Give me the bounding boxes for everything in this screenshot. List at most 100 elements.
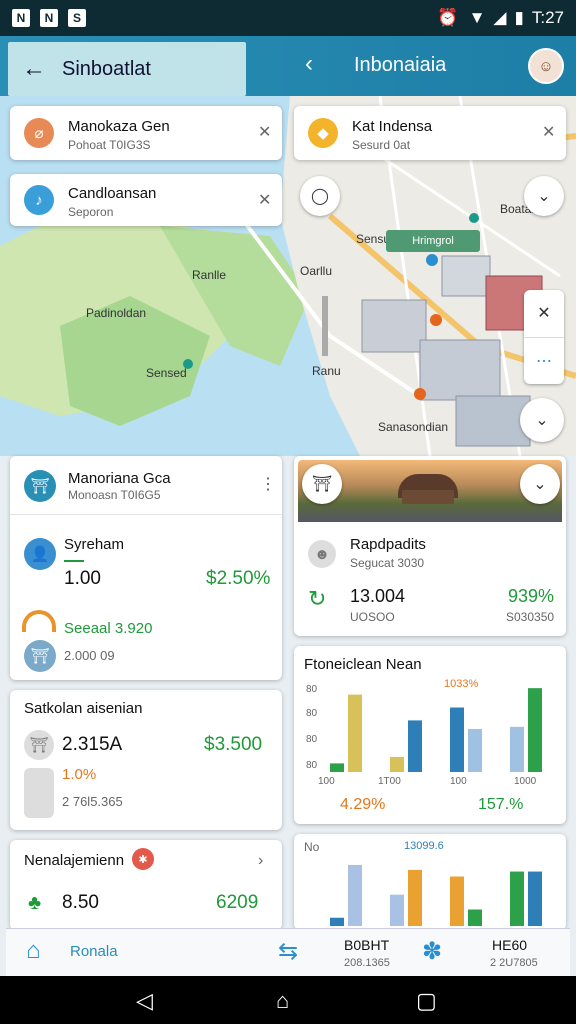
- more-icon[interactable]: ⋮: [260, 474, 276, 494]
- compass-button[interactable]: ⌄: [524, 176, 564, 216]
- search-result-card[interactable]: ⌀ Manokaza Gen Pohoat T0IG3S ✕: [10, 106, 282, 160]
- lock-icon: ◆: [308, 118, 338, 148]
- status-bar: N N S ⏰ ▼ ◢ ▮ T:27: [0, 0, 576, 36]
- left-header: ← Sinboatlat: [8, 42, 246, 96]
- map-banner[interactable]: Hrimgrol: [386, 230, 480, 252]
- stat-amount: 6209: [216, 892, 259, 913]
- chart-bar: [510, 726, 524, 772]
- wifi-icon: ▼: [468, 8, 486, 27]
- home-icon[interactable]: ⌂: [26, 937, 41, 965]
- chart-bar: [468, 729, 482, 772]
- chart-bar: [408, 869, 422, 926]
- notification-icon: N: [12, 9, 30, 27]
- notification-icon: N: [40, 9, 58, 27]
- back-chevron-icon[interactable]: ‹: [305, 50, 313, 78]
- map-label: Sanasondian: [378, 420, 449, 434]
- chart-bar: [330, 763, 344, 772]
- stat-percent: 939%: [508, 586, 555, 606]
- stat-label: Seeaal 3.920: [64, 620, 153, 637]
- chart-bar: [330, 917, 344, 926]
- stat-sub: 2.000 09: [64, 648, 115, 663]
- close-icon[interactable]: ✕: [258, 190, 271, 210]
- notification-icon: S: [68, 9, 86, 27]
- stat-sub: S030350: [506, 610, 555, 624]
- nav-item-label[interactable]: B0BHT: [344, 937, 389, 953]
- search-result-card[interactable]: ♪ Candloansan Seporon ✕: [10, 174, 282, 226]
- expand-icon[interactable]: ⌄: [520, 464, 560, 504]
- summary-card[interactable]: Satkolan aisenian ⛩ 2.315A $3.500 1.0% 2…: [10, 690, 282, 830]
- chart-bar: [390, 894, 404, 926]
- phone-icon: [24, 768, 54, 818]
- rainbow-icon: [22, 610, 56, 632]
- summary-card[interactable]: Nenalajemienn ✱ › ♣ 8.50 6209: [10, 840, 282, 930]
- search-result-card[interactable]: ◆ Kat Indensa Sesurd 0at ✕: [294, 106, 566, 160]
- temple-icon: ⛩: [24, 640, 56, 672]
- back-icon[interactable]: ◁: [136, 988, 153, 1014]
- y-axis-label: No: [304, 840, 320, 854]
- y-tick-label: 80: [306, 760, 318, 771]
- chevron-right-icon[interactable]: ›: [258, 852, 263, 870]
- compass-icon: ♪: [24, 185, 54, 215]
- zoom-out-button[interactable]: ⋯: [524, 337, 564, 384]
- recents-icon[interactable]: ▢: [416, 988, 437, 1014]
- left-stats-panel: ⛩ Manoriana Gca Monoasn T0I6G5 ⋮ 👤 Syreh…: [10, 456, 282, 680]
- map-icon[interactable]: ⇆: [278, 937, 298, 966]
- layers-button[interactable]: ⌄: [520, 398, 564, 442]
- chart-bar: [348, 864, 362, 926]
- map-label: Oarllu: [300, 264, 333, 278]
- zoom-controls: ✕ ⋯: [524, 290, 564, 384]
- nav-item-label[interactable]: HE60: [492, 937, 527, 953]
- x-tick-label: 1000: [514, 776, 537, 787]
- map-label: Ranlle: [192, 268, 227, 282]
- stat-change: 1.0%: [62, 766, 97, 783]
- location-button[interactable]: ◯: [300, 176, 340, 216]
- chart-bar: [528, 688, 542, 772]
- card-subtitle: Sesurd 0at: [352, 138, 411, 152]
- map-label: Sensed: [146, 366, 187, 380]
- battery-icon: ▮: [514, 8, 524, 27]
- group-icon[interactable]: ✽: [422, 937, 442, 966]
- x-tick-label: 100: [450, 776, 467, 787]
- right-stats-panel: ⛩ ⌄ ☻ Rapdpadits Segucat 3030 ↻ 13.004 U…: [294, 456, 566, 636]
- home-button-icon[interactable]: ⌂: [276, 988, 289, 1014]
- temple-icon: ⛩: [302, 464, 342, 504]
- back-arrow-icon[interactable]: ←: [22, 55, 46, 83]
- refresh-icon[interactable]: ↻: [308, 586, 326, 612]
- card-subtitle: Seporon: [68, 205, 114, 219]
- bar-chart-1: [330, 688, 542, 772]
- bar-chart-card: Ftoneiclean Nean 1033% 80 80 80 80 100 1…: [294, 646, 566, 824]
- card-title: Satkolan aisenian: [24, 700, 143, 717]
- chart-bar: [510, 871, 524, 926]
- alarm-icon: ⏰: [437, 8, 459, 27]
- panel-title: Manoriana Gca: [68, 470, 171, 487]
- stat-value: 13.004: [350, 586, 406, 606]
- stat-label: Rapdpadits: [350, 536, 426, 553]
- card-subtitle: Pohoat T0IG3S: [68, 138, 151, 152]
- stat-sub: 2 76l5.365: [62, 794, 123, 809]
- chart-bar: [450, 707, 464, 772]
- stat-sub: Segucat 3030: [350, 556, 425, 570]
- y-tick-label: 80: [306, 684, 318, 695]
- nav-item-sub: 2 2U7805: [490, 957, 538, 969]
- chart-bar: [408, 720, 422, 772]
- zoom-in-button[interactable]: ✕: [524, 290, 564, 337]
- chart-bar: [528, 871, 542, 926]
- temple-icon: ⛩: [24, 730, 54, 760]
- page-title: Inbonaiaia: [354, 54, 447, 76]
- card-title: Candloansan: [68, 185, 157, 202]
- stat-label: Syreham: [64, 536, 125, 553]
- stat-value: 2.315A: [62, 734, 123, 755]
- panel-subtitle: Monoasn T0I6G5: [68, 488, 161, 502]
- x-tick-label: 100: [318, 776, 335, 787]
- x-tick-label: 1T00: [378, 776, 401, 787]
- app-bar: ← Sinboatlat ‹ Inbonaiaia ☺: [0, 36, 576, 96]
- stat-value: 8.50: [62, 892, 99, 913]
- close-icon[interactable]: ✕: [258, 122, 271, 142]
- chart-footer-value: 4.29%: [340, 796, 386, 813]
- close-icon[interactable]: ✕: [542, 122, 555, 142]
- avatar[interactable]: ☺: [528, 48, 564, 84]
- location-pin-icon: ⌀: [24, 118, 54, 148]
- chart-annotation: 13099.6: [404, 840, 444, 852]
- nav-item-sub: 208.1365: [344, 957, 390, 969]
- nav-home-label[interactable]: Ronala: [70, 943, 118, 960]
